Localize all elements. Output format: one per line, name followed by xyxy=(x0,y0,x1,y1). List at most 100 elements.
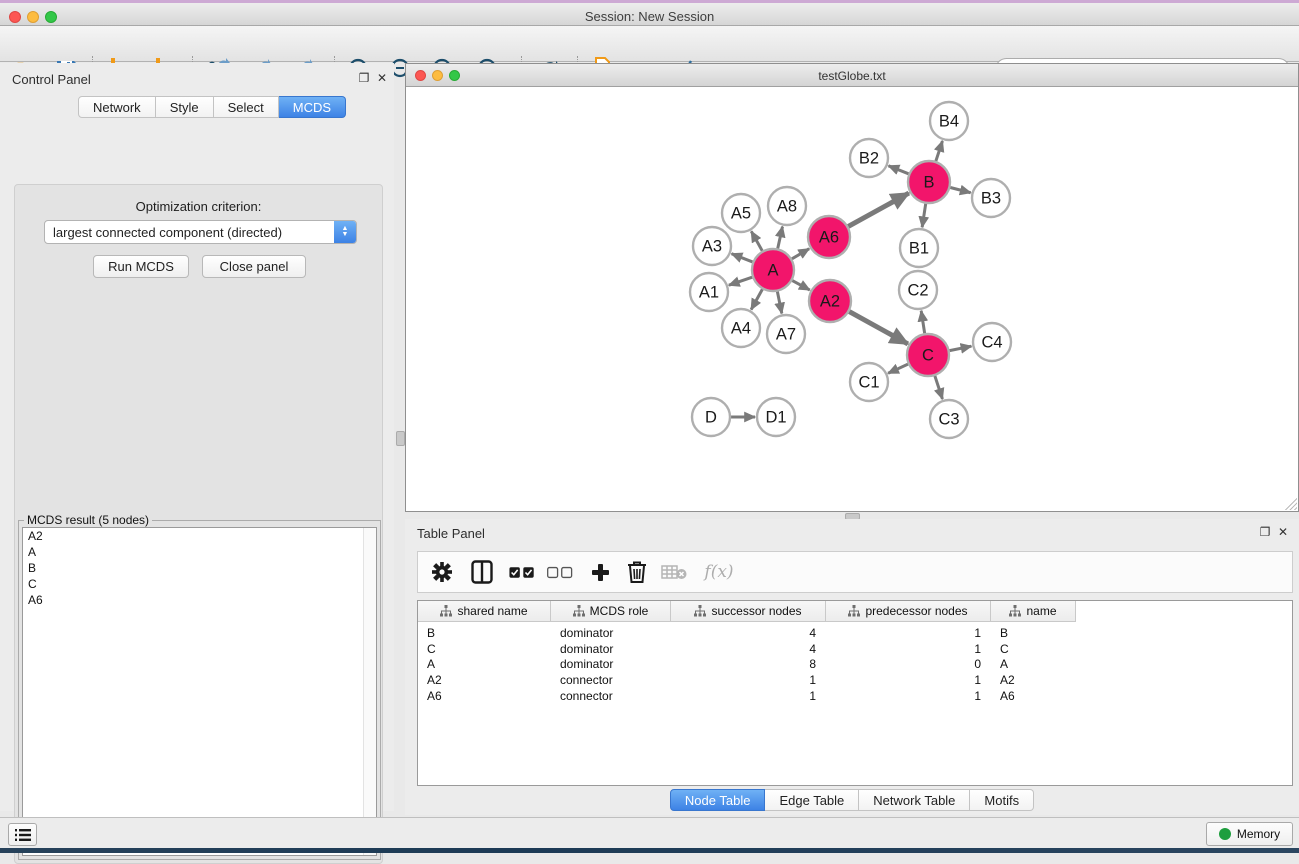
table-panel-tabs: Node TableEdge TableNetwork TableMotifs xyxy=(405,789,1299,811)
vertical-splitter-handle[interactable] xyxy=(396,431,405,446)
graph-edge-C-C2[interactable] xyxy=(921,311,924,334)
control-panel-title: Control Panel xyxy=(12,72,91,87)
result-item[interactable]: A2 xyxy=(23,528,376,544)
tab-style[interactable]: Style xyxy=(156,96,214,118)
graph-node-label: C xyxy=(922,347,934,365)
scrollbar-track[interactable] xyxy=(363,528,376,855)
float-panel-icon[interactable]: ❐ xyxy=(357,71,371,85)
graph-node-C2[interactable]: C2 xyxy=(899,271,937,309)
table-cell: connector xyxy=(551,688,671,704)
column-header-name[interactable]: name xyxy=(991,601,1076,622)
control-panel: Control Panel ❐ ✕ NetworkStyleSelectMCDS… xyxy=(0,63,394,811)
table-row[interactable]: A2connector11A2 xyxy=(418,672,1076,688)
table-row[interactable]: Cdominator41C xyxy=(418,641,1076,657)
tab-select[interactable]: Select xyxy=(214,96,279,118)
network-canvas[interactable]: A A1 A2 A3 A4 A5 A6 A7 A8 B B1 B2 B3 B4 C C1 C2 C3 C4 D D1 xyxy=(406,87,1298,511)
graph-node-A8[interactable]: A8 xyxy=(768,187,806,225)
graph-node-A6[interactable]: A6 xyxy=(808,216,850,258)
memory-button[interactable]: Memory xyxy=(1206,822,1293,846)
graph-node-B1[interactable]: B1 xyxy=(900,229,938,267)
graph-node-B3[interactable]: B3 xyxy=(972,179,1010,217)
graph-edge-A6-B[interactable] xyxy=(848,193,909,226)
table-row[interactable]: A6connector11A6 xyxy=(418,688,1076,704)
graph-node-B[interactable]: B xyxy=(908,161,950,203)
column-header-predecessor-nodes[interactable]: predecessor nodes xyxy=(826,601,991,622)
graph-node-C1[interactable]: C1 xyxy=(850,363,888,401)
tab-motifs[interactable]: Motifs xyxy=(970,789,1034,811)
control-panel-tabs: NetworkStyleSelectMCDS xyxy=(78,96,346,118)
node-table[interactable]: shared nameMCDS rolesuccessor nodesprede… xyxy=(417,600,1293,786)
graph-edge-A-A6[interactable] xyxy=(792,249,809,259)
column-header-MCDS-role[interactable]: MCDS role xyxy=(551,601,671,622)
close-panel-icon[interactable]: ✕ xyxy=(1276,525,1290,539)
tab-network[interactable]: Network xyxy=(78,96,156,118)
table-row[interactable]: Adominator80A xyxy=(418,656,1076,672)
table-cell: 1 xyxy=(826,641,991,657)
graph-node-label: A3 xyxy=(702,238,722,256)
close-panel-icon[interactable]: ✕ xyxy=(375,71,389,85)
delete-column-icon[interactable] xyxy=(624,559,650,585)
tab-edge-table[interactable]: Edge Table xyxy=(765,789,859,811)
graph-edge-A-A2[interactable] xyxy=(792,281,809,291)
graph-node-A2[interactable]: A2 xyxy=(809,280,851,322)
graph-edge-A-A4[interactable] xyxy=(751,289,762,309)
graph-node-C3[interactable]: C3 xyxy=(930,400,968,438)
graph-node-A4[interactable]: A4 xyxy=(722,309,760,347)
graph-edge-C-C3[interactable] xyxy=(935,376,943,399)
graph-edge-B-B3[interactable] xyxy=(950,187,970,192)
run-mcds-button[interactable]: Run MCDS xyxy=(93,255,189,278)
delete-table-icon[interactable] xyxy=(661,559,687,585)
resize-grip-icon[interactable] xyxy=(1285,498,1297,510)
graph-node-A[interactable]: A xyxy=(752,249,794,291)
column-header-shared-name[interactable]: shared name xyxy=(418,601,551,622)
graph-node-A7[interactable]: A7 xyxy=(767,315,805,353)
result-item[interactable]: A xyxy=(23,544,376,560)
graph-node-B2[interactable]: B2 xyxy=(850,139,888,177)
column-header-successor-nodes[interactable]: successor nodes xyxy=(671,601,826,622)
graph-edge-C-C1[interactable] xyxy=(888,364,908,373)
close-panel-button[interactable]: Close panel xyxy=(202,255,306,278)
add-column-icon[interactable] xyxy=(587,559,613,585)
graph-node-label: B2 xyxy=(859,150,879,168)
task-history-button[interactable] xyxy=(8,823,37,846)
tab-node-table[interactable]: Node Table xyxy=(670,789,766,811)
graph-node-C4[interactable]: C4 xyxy=(973,323,1011,361)
graph-edge-A-A3[interactable] xyxy=(732,254,753,262)
tab-mcds[interactable]: MCDS xyxy=(279,96,346,118)
select-all-icon[interactable] xyxy=(509,559,535,585)
result-item[interactable]: B xyxy=(23,560,376,576)
network-graph[interactable]: A A1 A2 A3 A4 A5 A6 A7 A8 B B1 B2 B3 B4 C C1 C2 C3 C4 D D1 xyxy=(406,87,1298,511)
column-type-icon xyxy=(1009,605,1021,617)
graph-node-D1[interactable]: D1 xyxy=(757,398,795,436)
table-cell: A xyxy=(991,656,1076,672)
graph-node-A5[interactable]: A5 xyxy=(722,194,760,232)
graph-node-A3[interactable]: A3 xyxy=(693,227,731,265)
graph-node-D[interactable]: D xyxy=(692,398,730,436)
mcds-result-list[interactable]: A2ABCA6 xyxy=(22,527,377,856)
table-options-icon[interactable] xyxy=(429,559,455,585)
optimization-criterion-select[interactable]: largest connected component (directed) ▲… xyxy=(44,220,357,244)
network-window-titlebar[interactable]: testGlobe.txt xyxy=(406,64,1298,87)
function-builder-icon[interactable]: f(x) xyxy=(699,559,739,585)
graph-edge-A-A7[interactable] xyxy=(777,292,781,314)
graph-node-C[interactable]: C xyxy=(907,334,949,376)
deselect-all-icon[interactable] xyxy=(547,559,573,585)
graph-edge-A-A1[interactable] xyxy=(729,277,752,285)
graph-edge-A-A5[interactable] xyxy=(751,231,762,251)
float-panel-icon[interactable]: ❐ xyxy=(1258,525,1272,539)
graph-edge-A2-C[interactable] xyxy=(849,312,908,344)
mcds-result-title: MCDS result (5 nodes) xyxy=(24,513,152,527)
show-columns-icon[interactable] xyxy=(469,559,495,585)
status-bar: Memory xyxy=(0,817,1299,848)
tab-network-table[interactable]: Network Table xyxy=(859,789,970,811)
graph-edge-B-B2[interactable] xyxy=(888,166,908,174)
graph-edge-C-C4[interactable] xyxy=(950,346,972,350)
graph-edge-B-B1[interactable] xyxy=(922,204,926,227)
graph-edge-B-B4[interactable] xyxy=(936,141,943,161)
result-item[interactable]: A6 xyxy=(23,592,376,608)
graph-node-B4[interactable]: B4 xyxy=(930,102,968,140)
table-row[interactable]: Bdominator41B xyxy=(418,625,1076,641)
graph-edge-A-A8[interactable] xyxy=(778,227,783,249)
graph-node-A1[interactable]: A1 xyxy=(690,273,728,311)
result-item[interactable]: C xyxy=(23,576,376,592)
